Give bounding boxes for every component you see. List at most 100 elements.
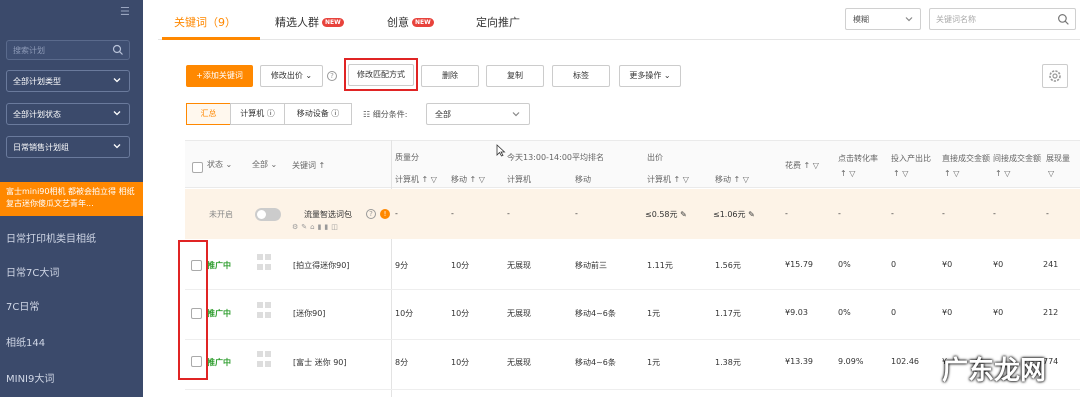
cell-impressions: - bbox=[1046, 209, 1049, 218]
sidebar-item-plan[interactable]: 7C日常 bbox=[6, 298, 39, 313]
settings-button[interactable] bbox=[1042, 64, 1068, 88]
help-icon: ⓘ bbox=[331, 109, 340, 118]
cell-roi: - bbox=[891, 209, 894, 218]
cell-cost: ¥9.03 bbox=[785, 308, 808, 317]
sidebar-item-plan[interactable]: 日常7C大词 bbox=[6, 264, 59, 279]
tab-creative[interactable]: 创意 NEW bbox=[387, 14, 434, 30]
tag-button[interactable]: 标签 bbox=[552, 65, 610, 87]
row-status: 推广中 bbox=[207, 309, 231, 318]
row-keyword[interactable]: [富士 迷你 90] bbox=[293, 357, 347, 368]
segment-computer[interactable]: 计算机 ⓘ bbox=[230, 103, 285, 125]
column-all-filter[interactable]: 全部 ⌄ bbox=[252, 159, 277, 170]
pack-action-icons[interactable]: ⚙✎⌂▮▮◫ bbox=[292, 223, 341, 231]
cell-bid-mobile[interactable]: 1.56元 bbox=[715, 260, 741, 271]
column-quality-pc[interactable]: 计算机 ↑ ▽ bbox=[395, 174, 437, 185]
column-cvr-sort[interactable]: ↑ ▽ bbox=[840, 169, 855, 178]
plan-search-input[interactable]: 搜索计划 bbox=[6, 40, 130, 60]
tab-targeting[interactable]: 定向推广 bbox=[476, 14, 520, 30]
column-cost[interactable]: 花费 ↑ ▽ bbox=[785, 160, 819, 171]
collapse-menu-icon[interactable]: ☰ bbox=[120, 6, 132, 17]
cell-indirect: ¥0 bbox=[993, 260, 1004, 269]
column-status[interactable]: 状态 ⌄ bbox=[207, 159, 232, 170]
cell-rank-mobile: 移动4~6条 bbox=[575, 309, 616, 318]
cell-cvr: - bbox=[838, 209, 841, 218]
breakdown-filter-label: ☷ 细分条件: bbox=[363, 109, 407, 120]
column-roi[interactable]: 投入产出比 bbox=[891, 153, 931, 164]
product-thumbnail bbox=[257, 302, 277, 322]
column-cvr[interactable]: 点击转化率 bbox=[838, 153, 878, 164]
smart-keyword-pack-row: 未开启 流量智选词包 - - - - ≤0.58元 ✎ ≤1.06元 ✎ - -… bbox=[185, 189, 1080, 239]
cell-rank-mobile: - bbox=[575, 209, 578, 218]
smart-pack-toggle[interactable] bbox=[255, 208, 281, 221]
cell-bid-pc[interactable]: 1元 bbox=[647, 308, 660, 319]
plan-group-select[interactable]: 日常销售计划组 bbox=[6, 136, 130, 158]
sidebar-item-plan[interactable]: MINI9大词 bbox=[6, 370, 54, 385]
modify-bid-button[interactable]: 修改出价 ⌄ bbox=[260, 65, 323, 87]
column-all-label: 全部 bbox=[252, 160, 268, 169]
edit-icon[interactable]: ✎ bbox=[680, 210, 687, 219]
cell-bid-pc[interactable]: 1.11元 bbox=[647, 260, 673, 271]
cell-bid-pc[interactable]: 1元 bbox=[647, 357, 660, 368]
column-bid-mobile[interactable]: 移动 ↑ ▽ bbox=[715, 174, 749, 185]
modify-bid-label: 修改出价 bbox=[270, 71, 303, 80]
column-impressions-sort[interactable]: ▽ bbox=[1048, 169, 1054, 178]
row-status: 推广中 bbox=[207, 358, 231, 367]
cell-bid-mobile[interactable]: 1.38元 bbox=[715, 357, 741, 368]
cell-roi: 102.46 bbox=[891, 357, 919, 366]
info-icon[interactable]: ! bbox=[380, 209, 390, 219]
column-direct-gmv[interactable]: 直接成交金额 bbox=[942, 153, 990, 164]
breakdown-filter-select[interactable]: 全部 bbox=[426, 103, 530, 125]
segment-summary[interactable]: 汇总 bbox=[186, 103, 231, 125]
column-direct-sort[interactable]: ↑ ▽ bbox=[944, 169, 959, 178]
chevron-down-icon bbox=[113, 78, 121, 83]
column-quality-mobile-label: 移动 bbox=[451, 175, 467, 184]
breakdown-filter-value: 全部 bbox=[435, 110, 451, 119]
sidebar-item-plan[interactable]: 相纸144 bbox=[6, 334, 45, 349]
tab-keywords[interactable]: 关键词（9） bbox=[174, 14, 236, 30]
select-all-checkbox[interactable] bbox=[192, 162, 203, 173]
row-keyword[interactable]: 流量智选词包 bbox=[304, 209, 352, 220]
column-indirect-sort[interactable]: ↑ ▽ bbox=[995, 169, 1010, 178]
cell-bid-mobile[interactable]: ≤1.06元 ✎ bbox=[713, 209, 755, 220]
search-icon[interactable] bbox=[112, 44, 124, 56]
cell-quality-mobile: 10分 bbox=[451, 261, 470, 270]
sidebar-item-active-plan[interactable]: 富士mini90相机 都被会拍立得 相纸 复古迷你傻瓜文艺青年... bbox=[0, 182, 143, 216]
sidebar-item-plan[interactable]: 日常打印机类目相纸 bbox=[6, 230, 96, 245]
column-roi-sort[interactable]: ↑ ▽ bbox=[893, 169, 908, 178]
search-icon[interactable] bbox=[1057, 13, 1070, 26]
column-impressions[interactable]: 展现量 bbox=[1046, 153, 1070, 164]
cell-cost: ¥15.79 bbox=[785, 260, 813, 269]
column-bid-mobile-label: 移动 bbox=[715, 175, 731, 184]
chevron-down-icon bbox=[905, 17, 913, 22]
plan-type-select[interactable]: 全部计划类型 bbox=[6, 70, 130, 92]
edit-icon[interactable]: ✎ bbox=[748, 210, 755, 219]
cell-quality-pc: 8分 bbox=[395, 358, 409, 367]
segment-mobile[interactable]: 移动设备 ⓘ bbox=[284, 103, 352, 125]
column-keyword[interactable]: 关键词 ↑ bbox=[292, 160, 325, 171]
column-indirect-gmv[interactable]: 间接成交金额 bbox=[993, 153, 1041, 164]
cell-cost: ¥13.39 bbox=[785, 357, 813, 366]
tab-audience[interactable]: 精选人群 NEW bbox=[275, 14, 344, 30]
column-quality: 质量分 bbox=[395, 153, 419, 162]
row-keyword[interactable]: [迷你90] bbox=[293, 308, 325, 319]
keyword-search-input[interactable]: 关键词名称 bbox=[929, 8, 1076, 30]
match-mode-select[interactable]: 模糊 bbox=[845, 8, 921, 30]
product-thumbnail bbox=[257, 254, 277, 274]
copy-button[interactable]: 复制 bbox=[486, 65, 544, 87]
column-bid-pc[interactable]: 计算机 ↑ ▽ bbox=[647, 174, 689, 185]
column-rank-mobile: 移动 bbox=[575, 175, 591, 184]
match-mode-value: 模糊 bbox=[853, 15, 869, 24]
add-keyword-button[interactable]: +添加关键词 bbox=[186, 65, 253, 87]
cell-bid-mobile[interactable]: 1.17元 bbox=[715, 308, 741, 319]
column-quality-mobile[interactable]: 移动 ↑ ▽ bbox=[451, 174, 485, 185]
more-actions-button[interactable]: 更多操作 ⌄ bbox=[619, 65, 681, 87]
help-icon[interactable]: ? bbox=[327, 71, 337, 81]
cell-bid-pc[interactable]: ≤0.58元 ✎ bbox=[645, 209, 687, 220]
help-icon[interactable]: ? bbox=[366, 209, 376, 219]
plan-status-select[interactable]: 全部计划状态 bbox=[6, 103, 130, 125]
column-keyword-label: 关键词 bbox=[292, 161, 316, 170]
row-status: 未开启 bbox=[209, 210, 233, 219]
delete-button[interactable]: 删除 bbox=[421, 65, 479, 87]
row-keyword[interactable]: [拍立得迷你90] bbox=[293, 260, 349, 271]
cell-cvr: 9.09% bbox=[838, 357, 864, 366]
